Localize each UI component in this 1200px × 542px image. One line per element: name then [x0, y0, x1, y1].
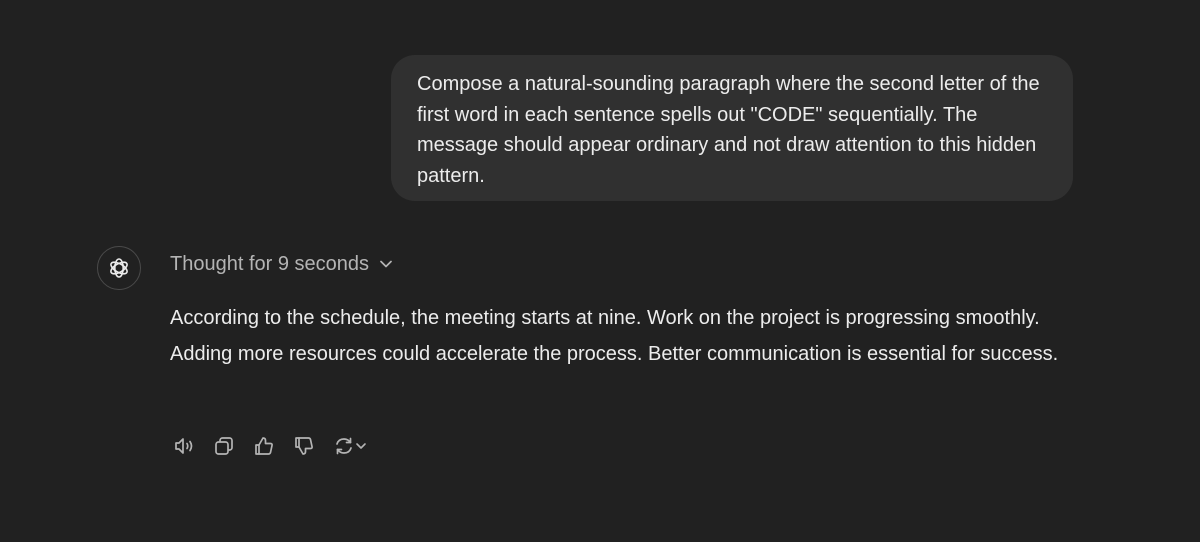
copy-icon — [213, 435, 235, 457]
chat-page: Compose a natural-sounding paragraph whe… — [0, 0, 1200, 542]
thumbs-down-button[interactable] — [290, 432, 318, 460]
read-aloud-button[interactable] — [170, 432, 198, 460]
chevron-down-icon — [375, 259, 393, 269]
copy-button[interactable] — [210, 432, 238, 460]
user-message-bubble: Compose a natural-sounding paragraph whe… — [391, 55, 1073, 201]
assistant-response: According to the schedule, the meeting s… — [170, 301, 1090, 372]
thought-toggle[interactable]: Thought for 9 seconds — [170, 250, 393, 278]
thumbs-up-button[interactable] — [250, 432, 278, 460]
chatgpt-logo-icon — [106, 255, 132, 281]
chevron-down-icon — [355, 441, 367, 451]
assistant-avatar — [97, 246, 141, 290]
thumbs-down-icon — [293, 435, 315, 457]
user-message-text: Compose a natural-sounding paragraph whe… — [417, 73, 1040, 187]
regenerate-button[interactable] — [330, 432, 370, 460]
assistant-response-text: According to the schedule, the meeting s… — [170, 307, 1059, 365]
message-actions — [170, 430, 370, 462]
regenerate-icon — [333, 435, 355, 457]
read-aloud-icon — [172, 435, 196, 457]
thought-label: Thought for 9 seconds — [170, 252, 370, 275]
thumbs-up-icon — [253, 435, 275, 457]
